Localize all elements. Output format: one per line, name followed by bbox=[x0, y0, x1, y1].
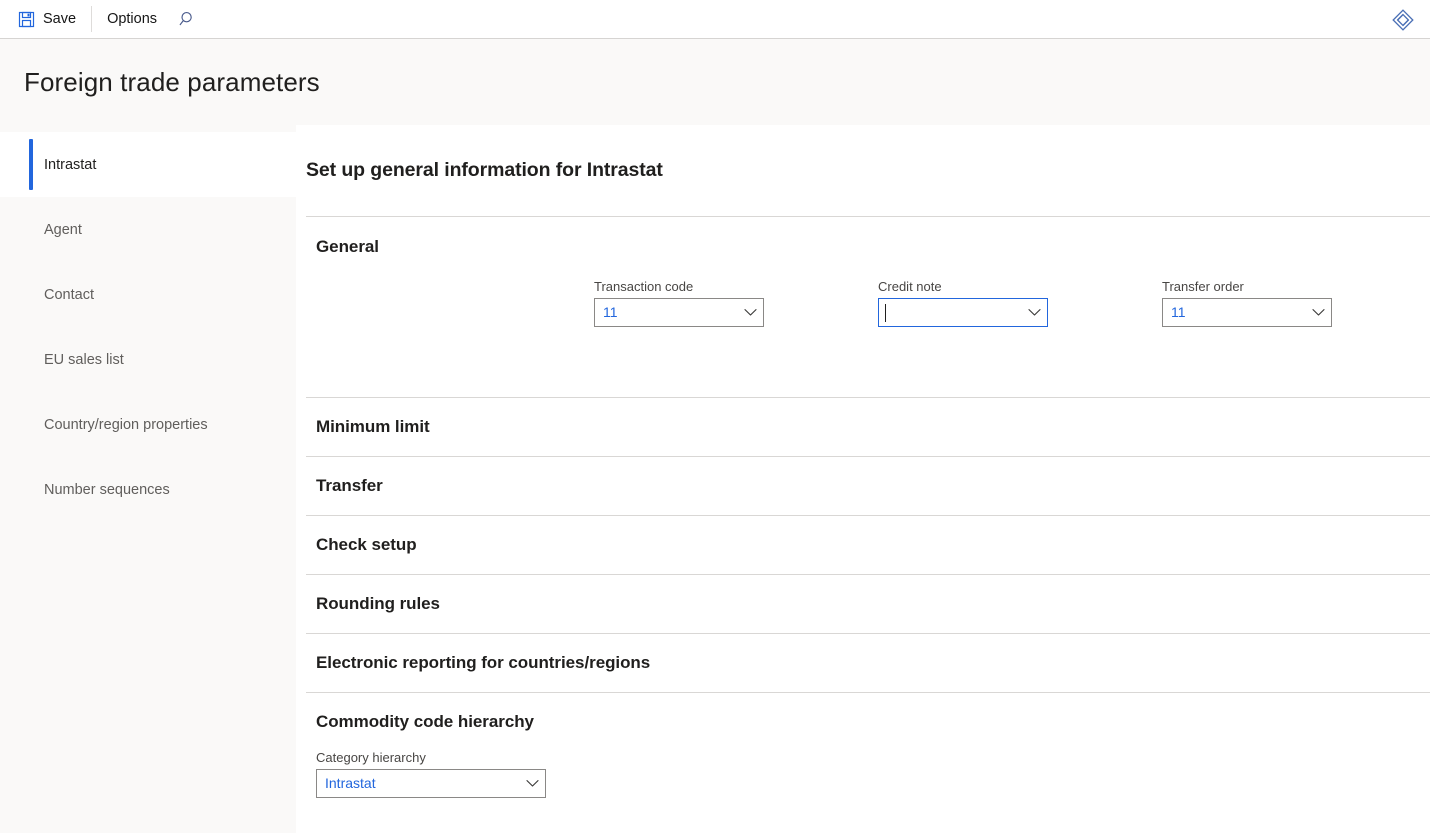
diamond-logo-button[interactable] bbox=[1384, 0, 1422, 39]
category-hierarchy-combobox[interactable]: Intrastat bbox=[316, 769, 546, 798]
options-button-label: Options bbox=[107, 11, 158, 27]
section-header-electronic-reporting[interactable]: Electronic reporting for countries/regio… bbox=[296, 634, 1430, 692]
save-button-label: Save bbox=[43, 11, 77, 27]
section-header-check-setup[interactable]: Check setup bbox=[296, 516, 1430, 574]
toolbar-right-area bbox=[1384, 0, 1422, 39]
sidebar-item-eu-sales-list[interactable]: EU sales list bbox=[0, 327, 296, 392]
section-header-transfer[interactable]: Transfer bbox=[296, 457, 1430, 515]
sidebar-item-label: EU sales list bbox=[44, 351, 124, 368]
section-header-minimum-limit[interactable]: Minimum limit bbox=[296, 398, 1430, 456]
field-label-category-hierarchy: Category hierarchy bbox=[316, 750, 426, 765]
transfer-order-combobox[interactable]: 11 bbox=[1162, 298, 1332, 327]
sidebar-item-intrastat[interactable]: Intrastat bbox=[0, 132, 296, 197]
page-header: Foreign trade parameters bbox=[0, 39, 1430, 125]
chevron-down-icon[interactable] bbox=[1305, 308, 1331, 317]
app-toolbar: Save Options bbox=[0, 0, 1430, 39]
sidebar-item-agent[interactable]: Agent bbox=[0, 197, 296, 262]
section-header-rounding-rules[interactable]: Rounding rules bbox=[296, 575, 1430, 633]
transaction-code-value: 11 bbox=[603, 304, 618, 320]
field-transaction-code: Transaction code 11 bbox=[594, 279, 764, 327]
credit-note-combobox[interactable] bbox=[878, 298, 1048, 327]
commodity-field-group: Category hierarchy Intrastat bbox=[296, 732, 1430, 798]
page-body: Intrastat Agent Contact EU sales list Co… bbox=[0, 125, 1430, 833]
transaction-code-combobox[interactable]: 11 bbox=[594, 298, 764, 327]
diamond-logo-icon bbox=[1391, 8, 1415, 32]
chevron-down-icon[interactable] bbox=[737, 308, 763, 317]
sidebar-item-label: Number sequences bbox=[44, 481, 170, 498]
field-label-transaction-code: Transaction code bbox=[594, 279, 694, 294]
sidebar-item-label: Country/region properties bbox=[44, 416, 208, 433]
general-field-grid: Transaction code 11 Credit note Transfer… bbox=[296, 257, 1430, 379]
field-credit-note: Credit note bbox=[878, 279, 1048, 327]
section-header-commodity-code-hierarchy[interactable]: Commodity code hierarchy bbox=[296, 693, 1430, 732]
field-transfer-order: Transfer order 11 bbox=[1162, 279, 1332, 327]
category-hierarchy-value: Intrastat bbox=[325, 775, 376, 791]
options-menu-button[interactable]: Options bbox=[95, 0, 169, 39]
sidebar-item-label: Intrastat bbox=[44, 156, 97, 173]
sidebar-item-label: Contact bbox=[44, 286, 94, 303]
text-cursor bbox=[885, 304, 886, 322]
sidebar-item-number-sequences[interactable]: Number sequences bbox=[0, 457, 296, 522]
sidebar-nav: Intrastat Agent Contact EU sales list Co… bbox=[0, 125, 296, 833]
field-label-credit-note: Credit note bbox=[878, 279, 942, 294]
section-header-general[interactable]: General bbox=[296, 217, 1430, 257]
search-button[interactable] bbox=[169, 0, 207, 39]
save-floppy-icon bbox=[18, 11, 35, 28]
save-button[interactable]: Save bbox=[6, 0, 88, 39]
toolbar-divider bbox=[91, 6, 93, 32]
sidebar-item-label: Agent bbox=[44, 221, 82, 238]
page-title: Foreign trade parameters bbox=[24, 66, 320, 97]
field-category-hierarchy: Category hierarchy Intrastat bbox=[316, 750, 546, 798]
chevron-down-icon[interactable] bbox=[519, 779, 545, 788]
chevron-down-icon[interactable] bbox=[1021, 308, 1047, 317]
sidebar-item-country-region-properties[interactable]: Country/region properties bbox=[0, 392, 296, 457]
search-icon bbox=[179, 10, 197, 28]
sidebar-item-contact[interactable]: Contact bbox=[0, 262, 296, 327]
content-panel: Set up general information for Intrastat… bbox=[296, 125, 1430, 833]
content-heading: Set up general information for Intrastat bbox=[306, 159, 663, 181]
field-label-transfer-order: Transfer order bbox=[1162, 279, 1244, 294]
transfer-order-value: 11 bbox=[1171, 304, 1186, 320]
